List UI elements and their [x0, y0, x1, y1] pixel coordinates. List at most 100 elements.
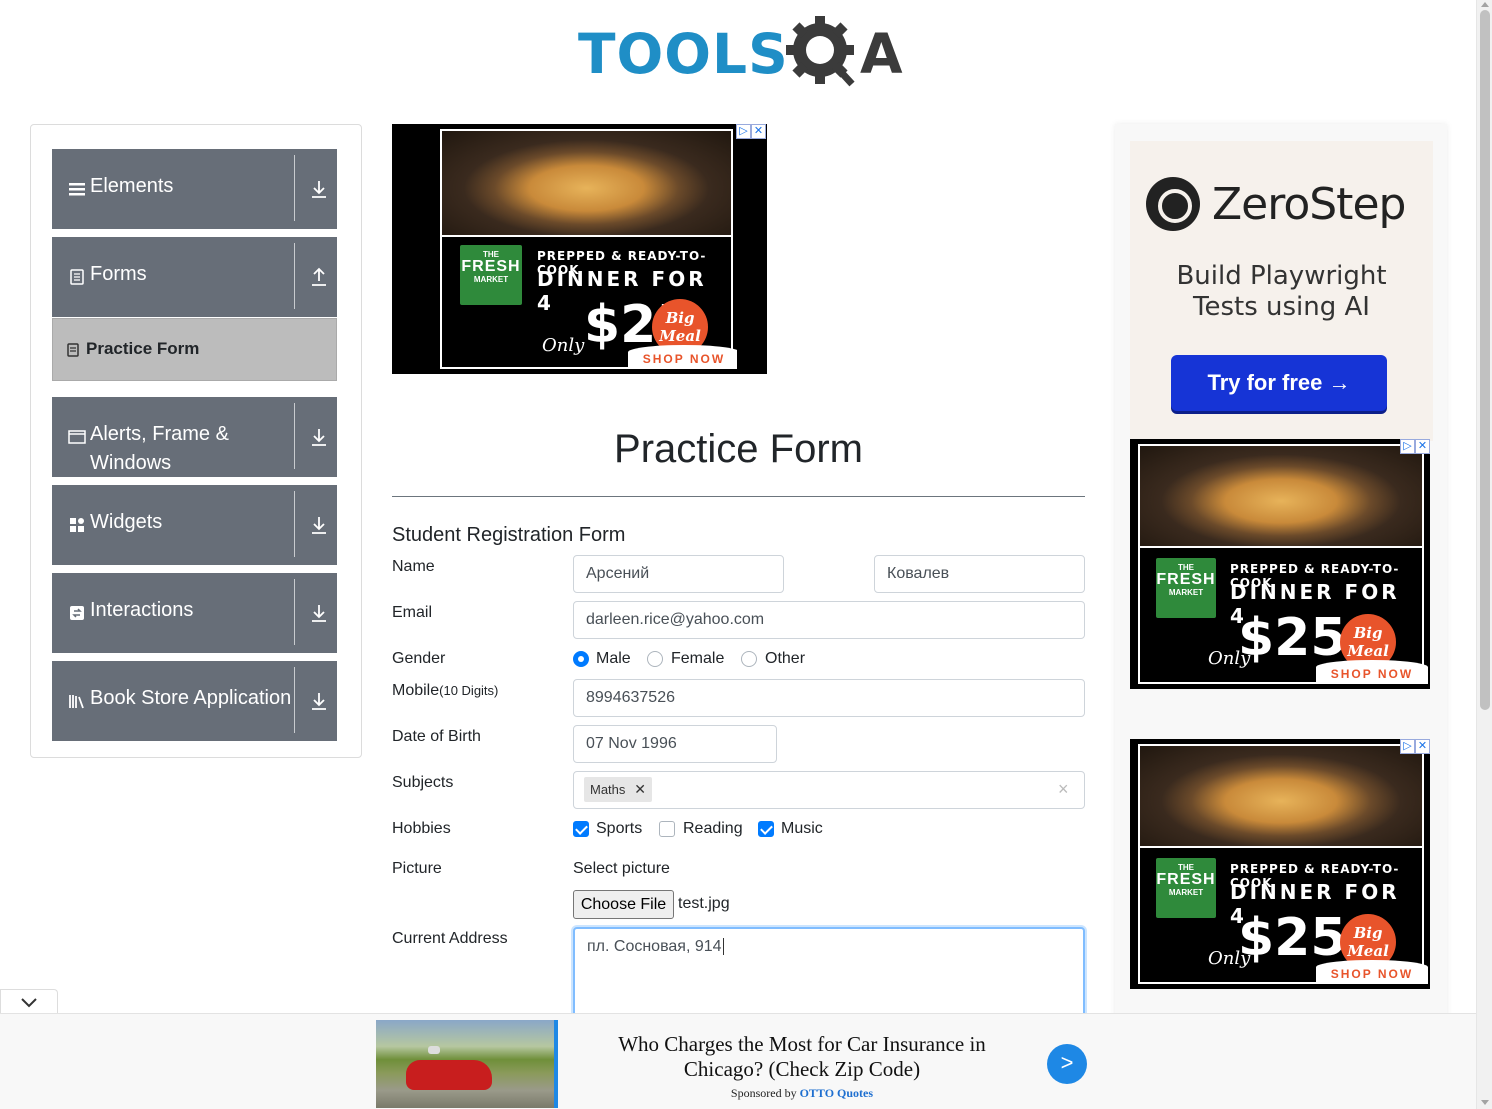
- fresh-market-logo: THE FRESH MARKET: [1156, 558, 1216, 618]
- food-ad: THE FRESH MARKET PREPPED & READY-TO-COOK…: [432, 124, 737, 374]
- gender-other-label[interactable]: Other: [765, 650, 805, 668]
- hobby-sports-checkbox[interactable]: [573, 821, 589, 837]
- download-arrow-icon[interactable]: [310, 427, 328, 447]
- scrollbar-thumb[interactable]: [1480, 10, 1490, 710]
- brand-fresh: FRESH: [1156, 571, 1216, 588]
- download-arrow-icon[interactable]: [310, 691, 328, 711]
- adchoices-icon[interactable]: ▷: [736, 124, 751, 139]
- food-ad-right-1[interactable]: THE FRESH MARKET PREPPED & READY-TO-COOK…: [1130, 439, 1430, 689]
- gender-label: Gender: [392, 650, 446, 667]
- scroll-up-arrow-icon[interactable]: [1481, 2, 1489, 7]
- remove-tag-icon[interactable]: ✕: [634, 777, 646, 802]
- zerostep-ad[interactable]: ZeroStep Build Playwright Tests using AI …: [1130, 141, 1433, 441]
- divider: [392, 496, 1085, 497]
- divider: [294, 667, 295, 733]
- document-icon: [70, 269, 84, 285]
- distant-car: [428, 1046, 440, 1054]
- zerostep-tagline-1: Build Playwright: [1176, 261, 1387, 291]
- divider: [294, 403, 295, 469]
- dob-label: Date of Birth: [392, 728, 481, 745]
- sponsored-prefix: Sponsored by: [730, 1086, 797, 1100]
- pie-image: [440, 129, 733, 237]
- shop-now-button: SHOP NOW: [1316, 660, 1428, 684]
- gender-male-radio[interactable]: [573, 651, 589, 667]
- sidebar-group-book-store[interactable]: Book Store Application: [52, 661, 337, 741]
- fresh-market-logo: THE FRESH MARKET: [1156, 858, 1216, 918]
- divider: [294, 491, 295, 557]
- download-arrow-icon[interactable]: [310, 515, 328, 535]
- download-arrow-icon[interactable]: [310, 603, 328, 623]
- window-icon: [68, 430, 86, 444]
- subjects-label: Subjects: [392, 774, 454, 791]
- bottom-ad-sponsor: Sponsored by OTTO Quotes: [576, 1086, 1028, 1101]
- vertical-scrollbar[interactable]: [1476, 0, 1492, 1109]
- sidebar-item-label: Practice Form: [86, 339, 200, 358]
- gender-male-label[interactable]: Male: [596, 650, 631, 668]
- sidebar-group-interactions[interactable]: Interactions: [52, 573, 337, 653]
- gender-female-radio[interactable]: [647, 651, 663, 667]
- date-of-birth-input[interactable]: 07 Nov 1996: [573, 725, 777, 763]
- email-input[interactable]: darleen.rice@yahoo.com: [573, 601, 1085, 639]
- ad-promo: THE FRESH MARKET PREPPED & READY-TO-COOK…: [440, 237, 737, 369]
- logo-text-a: A: [860, 22, 903, 86]
- sidebar-group-label: Elements: [90, 175, 174, 197]
- hobby-reading-checkbox[interactable]: [659, 821, 675, 837]
- current-address-textarea[interactable]: пл. Сосновая, 914: [573, 927, 1085, 1027]
- close-ad-icon[interactable]: ✕: [1415, 739, 1430, 754]
- sidebar-menu: Elements Forms Practice Form Alerts, Fra…: [30, 124, 362, 758]
- bottom-sticky-ad[interactable]: Who Charges the Most for Car Insurance i…: [0, 1013, 1476, 1109]
- food-ad-right-2[interactable]: THE FRESH MARKET PREPPED & READY-TO-COOK…: [1130, 739, 1430, 989]
- overturned-car: [406, 1060, 492, 1090]
- pie-image: [1138, 744, 1424, 848]
- brand-market: MARKET: [1168, 588, 1204, 597]
- upload-arrow-icon[interactable]: [310, 267, 328, 287]
- brand-market: MARKET: [1168, 888, 1204, 897]
- bottom-ad-title[interactable]: Who Charges the Most for Car Insurance i…: [576, 1032, 1028, 1082]
- last-name-input[interactable]: Ковалев: [874, 555, 1085, 593]
- clear-subjects-icon[interactable]: ×: [1058, 779, 1069, 800]
- sponsor-name[interactable]: OTTO Quotes: [800, 1086, 873, 1100]
- try-for-free-button[interactable]: Try for free →: [1171, 355, 1387, 411]
- right-ad-column: ZeroStep Build Playwright Tests using AI …: [1115, 124, 1447, 1024]
- collapse-ad-button[interactable]: [0, 989, 58, 1015]
- sidebar-group-label: Alerts, Frame &: [90, 423, 229, 445]
- sidebar-group-elements[interactable]: Elements: [52, 149, 337, 229]
- name-label: Name: [392, 558, 435, 575]
- sidebar-item-practice-form[interactable]: Practice Form: [52, 318, 337, 381]
- ad-price: $25: [1238, 908, 1347, 968]
- zerostep-tagline-2: Tests using AI: [1193, 292, 1370, 322]
- sidebar-group-alerts[interactable]: Alerts, Frame & Windows: [52, 397, 337, 477]
- close-ad-icon[interactable]: ✕: [751, 124, 766, 139]
- banner-ad-top[interactable]: THE FRESH MARKET PREPPED & READY-TO-COOK…: [392, 124, 767, 374]
- mobile-input[interactable]: 8994637526: [573, 679, 1085, 717]
- hobby-music-label[interactable]: Music: [781, 820, 823, 838]
- bottom-ad-go-button[interactable]: >: [1047, 1044, 1087, 1084]
- adchoices-icon[interactable]: ▷: [1400, 739, 1415, 754]
- sidebar-group-widgets[interactable]: Widgets: [52, 485, 337, 565]
- first-name-input[interactable]: Арсений: [573, 555, 784, 593]
- sidebar-group-label: Forms: [90, 263, 147, 285]
- select-picture-label: Select picture: [573, 860, 670, 877]
- logo-text: TOOLS: [578, 22, 789, 86]
- adchoices-icon[interactable]: ▷: [1400, 439, 1415, 454]
- scroll-down-arrow-icon[interactable]: [1481, 1100, 1489, 1105]
- sidebar-group-label: Interactions: [90, 599, 194, 621]
- zerostep-logo-icon: [1146, 177, 1200, 231]
- shop-now-button: SHOP NOW: [1316, 960, 1428, 984]
- close-ad-icon[interactable]: ✕: [1415, 439, 1430, 454]
- brand-market: MARKET: [473, 275, 509, 284]
- hobby-sports-label[interactable]: Sports: [596, 820, 642, 838]
- picture-label: Picture: [392, 860, 442, 877]
- gender-female-label[interactable]: Female: [671, 650, 724, 668]
- toolsqa-logo[interactable]: TOOLS A: [578, 14, 908, 92]
- divider: [294, 155, 295, 221]
- sidebar-group-forms[interactable]: Forms: [52, 237, 337, 317]
- gender-other-radio[interactable]: [741, 651, 757, 667]
- choose-file-button[interactable]: Choose File: [573, 890, 674, 919]
- hobby-music-checkbox[interactable]: [758, 821, 774, 837]
- file-name: test.jpg: [678, 895, 730, 912]
- hobby-reading-label[interactable]: Reading: [683, 820, 743, 838]
- fresh-market-logo: THE FRESH MARKET: [460, 245, 522, 305]
- download-arrow-icon[interactable]: [310, 179, 328, 199]
- gear-magnifier-icon: [786, 16, 855, 87]
